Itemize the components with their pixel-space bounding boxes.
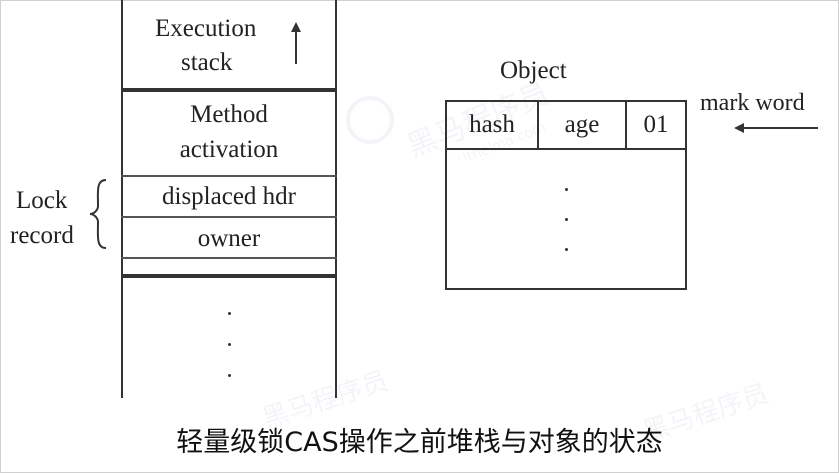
owner-label: owner [197, 225, 261, 252]
object-ellipsis-dot-2 [565, 218, 568, 221]
mark-word-cell-age: age [564, 111, 600, 138]
execution-stack-label-1: Execution [155, 15, 257, 42]
stack-ellipsis-dot-3 [228, 374, 231, 377]
method-activation-label-1: Method [190, 101, 268, 128]
mark-word-row: hash age 01 [447, 102, 685, 150]
stack-divider-method [121, 175, 337, 177]
mark-word-label: mark word [700, 90, 805, 116]
mark-word-cell-lock-bits: 01 [643, 111, 669, 138]
execution-stack-label-2: stack [181, 49, 233, 76]
object-ellipsis-dot-3 [565, 248, 568, 251]
displaced-hdr-label: displaced hdr [162, 183, 296, 210]
arrow-up-icon [291, 22, 301, 64]
stack-ellipsis-dot-2 [228, 343, 231, 346]
stack-divider-owner [121, 257, 337, 259]
stack-divider-displaced [121, 216, 337, 218]
stack-divider-bottom [121, 274, 337, 278]
figure-caption: 轻量级锁CAS操作之前堆栈与对象的状态 [176, 427, 663, 458]
mark-word-cell-hash: hash [469, 111, 515, 138]
arrow-left-icon [734, 123, 818, 133]
lock-record-label-1: Lock [16, 187, 68, 214]
object-title: Object [500, 57, 567, 84]
watermark-circle [346, 96, 394, 144]
method-activation-label-2: activation [179, 136, 279, 163]
lock-record-label-2: record [10, 222, 74, 249]
object-ellipsis-dot-1 [565, 188, 568, 191]
stack-divider-top [121, 88, 337, 92]
stack-ellipsis-dot-1 [228, 312, 231, 315]
curly-brace-icon [89, 179, 107, 249]
object-box: hash age 01 [445, 100, 687, 290]
